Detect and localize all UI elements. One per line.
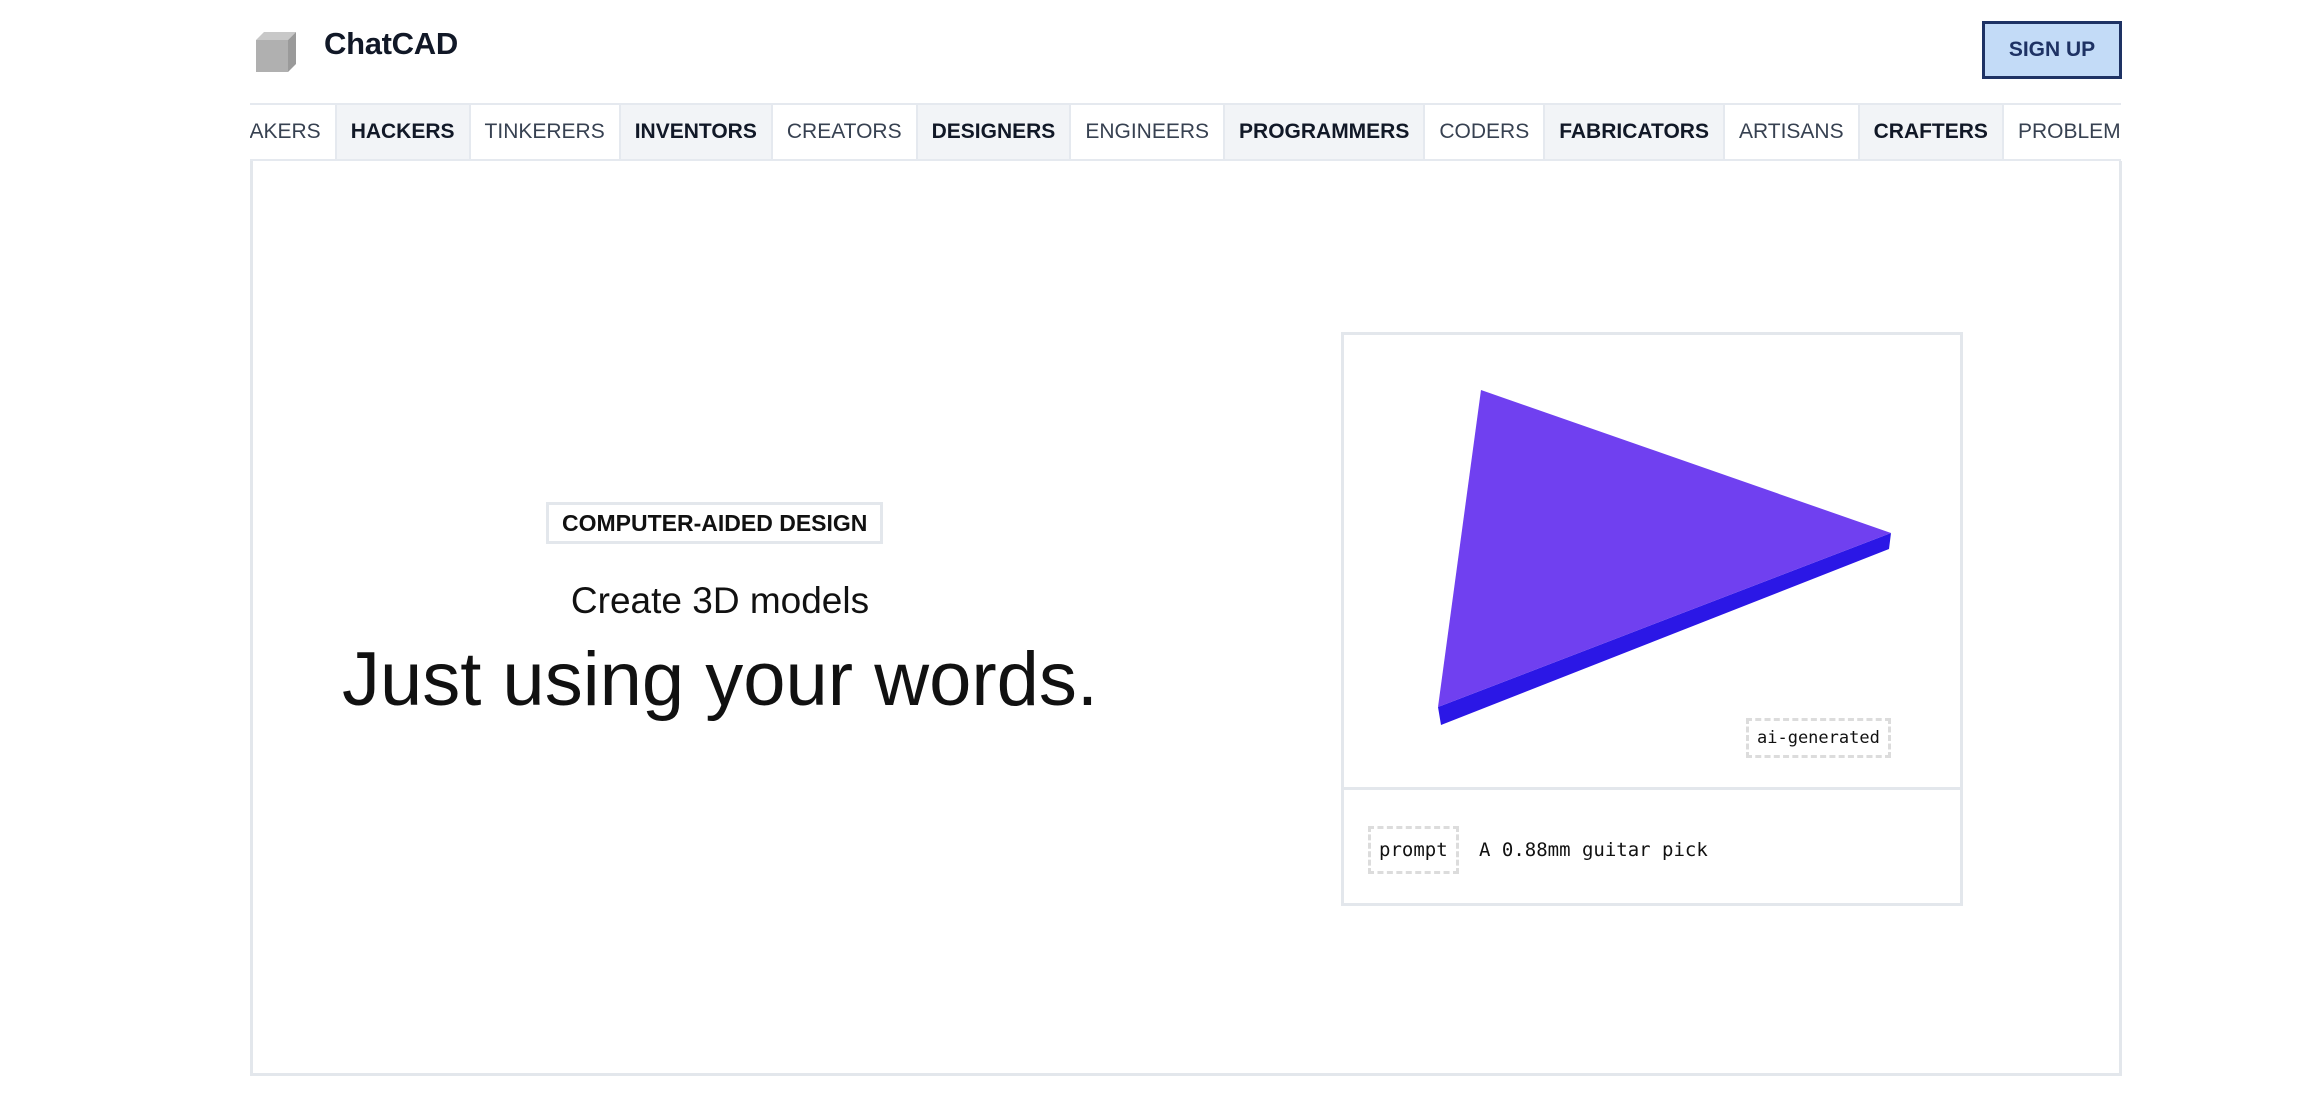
tab-crafters[interactable]: CRAFTERS — [1859, 105, 2004, 159]
header: ChatCAD SIGN UP — [0, 0, 2308, 100]
tab-tinkerers[interactable]: TINKERERS — [470, 105, 621, 159]
model-top-face — [1438, 390, 1891, 707]
prompt-text: A 0.88mm guitar pick — [1479, 839, 1708, 861]
tab-makers[interactable]: MAKERS — [250, 105, 337, 159]
audience-tabs: MAKERSHACKERSTINKERERSINVENTORSCREATORSD… — [250, 103, 2121, 161]
tab-artisans[interactable]: ARTISANS — [1724, 105, 1860, 159]
category-badge: COMPUTER-AIDED DESIGN — [546, 502, 884, 544]
tab-fabricators[interactable]: FABRICATORS — [1545, 105, 1725, 159]
hero-headline: Just using your words. — [341, 637, 1099, 722]
app-title[interactable]: ChatCAD — [324, 26, 458, 62]
tab-programmers[interactable]: PROGRAMMERS — [1225, 105, 1426, 159]
3d-viewer[interactable]: ai-generated — [1344, 335, 1960, 790]
prompt-row: prompt A 0.88mm guitar pick — [1344, 793, 1960, 903]
sign-up-button[interactable]: SIGN UP — [1982, 21, 2122, 79]
ai-generated-tag: ai-generated — [1746, 718, 1891, 758]
model-preview-card: ai-generated prompt A 0.88mm guitar pick — [1341, 332, 1963, 906]
prompt-label: prompt — [1368, 826, 1459, 874]
tab-engineers[interactable]: ENGINEERS — [1071, 105, 1226, 159]
cube-icon — [256, 32, 296, 72]
tab-coders[interactable]: CODERS — [1425, 105, 1546, 159]
tab-problem-solvers[interactable]: PROBLEM-SOLVERS — [2003, 105, 2121, 159]
hero-subtitle: Create 3D models — [570, 580, 870, 621]
tab-designers[interactable]: DESIGNERS — [917, 105, 1072, 159]
tab-hackers[interactable]: HACKERS — [336, 105, 471, 159]
tab-creators[interactable]: CREATORS — [772, 105, 918, 159]
tab-inventors[interactable]: INVENTORS — [620, 105, 773, 159]
